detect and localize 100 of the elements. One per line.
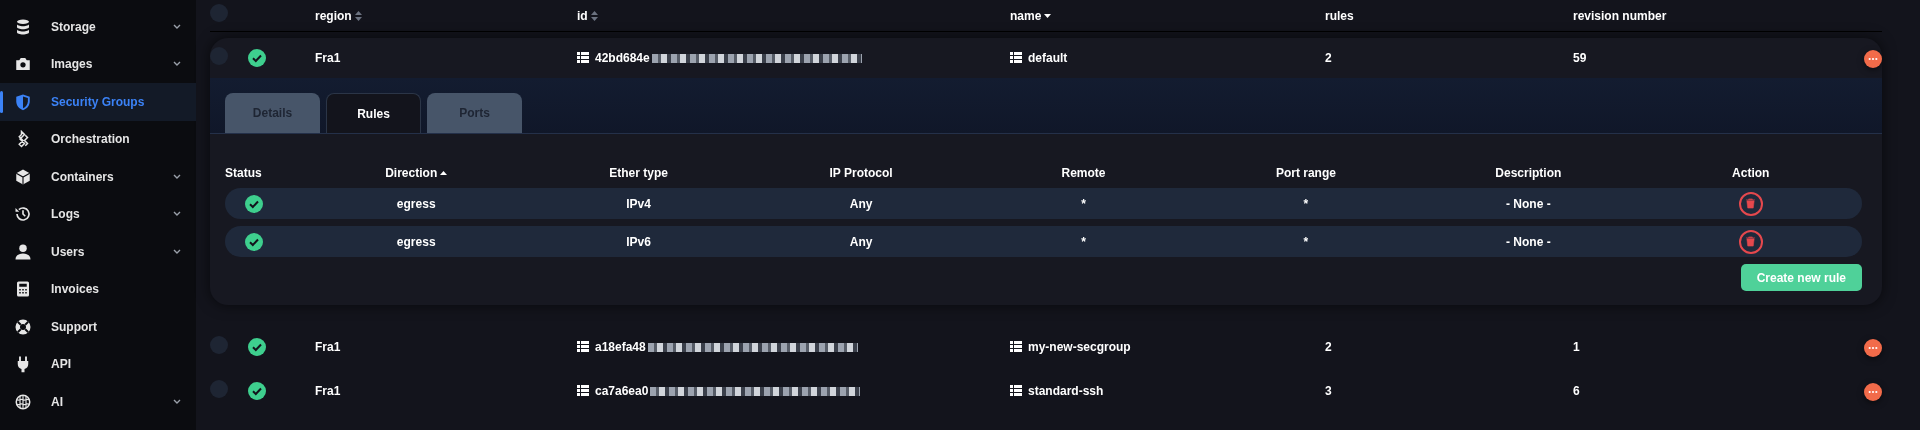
sort-icon: [590, 11, 598, 22]
sort-icon: [354, 11, 362, 22]
table-cell: egress: [396, 196, 436, 211]
table-cell: IPv6: [626, 234, 651, 249]
list-icon: [577, 341, 589, 352]
column-header: IP Protocol: [829, 166, 893, 180]
select-all-checkbox[interactable]: [210, 4, 228, 22]
more-button[interactable]: [1864, 339, 1882, 357]
cube-icon: [14, 167, 32, 186]
sidebar-label: API: [51, 356, 71, 374]
table-cell: *: [1081, 196, 1086, 211]
table-cell: Fra1: [315, 51, 341, 65]
lifebuoy-icon: [14, 317, 32, 336]
list-icon: [577, 385, 589, 396]
sidebar-label: Containers: [51, 168, 114, 186]
table-cell: standard-ssh: [1028, 384, 1104, 398]
check-icon: [248, 382, 266, 401]
sidebar-item[interactable]: Security Groups: [0, 83, 196, 121]
column-header: Action: [1732, 166, 1770, 180]
table-cell: *: [1081, 234, 1086, 249]
user-icon: [14, 242, 32, 261]
sidebar-label: Security Groups: [51, 93, 145, 111]
row-checkbox[interactable]: [210, 46, 228, 65]
row-checkbox[interactable]: [210, 335, 228, 354]
sidebar-label: Orchestration: [51, 131, 130, 149]
sidebar-item[interactable]: Users: [0, 233, 196, 271]
table-row[interactable]: Fra1 a18efa48 my-new-secgroup 2 1: [210, 325, 1882, 369]
sidebar-item[interactable]: Invoices: [0, 270, 196, 308]
sidebar-label: Invoices: [51, 281, 100, 299]
table-cell: 59: [1573, 51, 1587, 65]
tab[interactable]: Rules: [326, 93, 421, 133]
table-cell: *: [1303, 234, 1309, 249]
check-icon: [245, 194, 263, 213]
sidebar-item[interactable]: Containers: [0, 158, 196, 196]
trash-icon: [1745, 236, 1757, 247]
column-header: Ether type: [609, 166, 668, 180]
table-cell: egress: [396, 234, 436, 249]
sidebar-item[interactable]: Orchestration: [0, 120, 196, 158]
column-header: id: [577, 8, 588, 23]
check-icon: [248, 49, 266, 68]
table-cell: Fra1: [315, 384, 341, 398]
delete-button[interactable]: [1738, 229, 1763, 254]
table-cell: a18efa48: [595, 340, 646, 354]
sidebar-label: Users: [51, 243, 85, 261]
ellipsis-icon: [1868, 390, 1878, 394]
table-cell: default: [1028, 51, 1068, 65]
table-cell: IPv4: [626, 196, 651, 211]
sidebar-label: AI: [51, 393, 63, 411]
sidebar-label: Images: [51, 56, 93, 74]
table-cell: 2: [1325, 340, 1332, 354]
database-icon: [14, 17, 32, 36]
table-cell: Any: [849, 196, 873, 211]
more-button[interactable]: [1864, 383, 1882, 401]
table-cell: *: [1303, 196, 1309, 211]
brain-icon: [14, 392, 32, 411]
sidebar-item[interactable]: Images: [0, 45, 196, 83]
table-row[interactable]: Fra1 ca7a6ea0 standard-ssh 3 6: [210, 369, 1882, 413]
sidebar-item[interactable]: API: [0, 345, 196, 383]
delete-button[interactable]: [1738, 191, 1763, 216]
list-icon: [577, 52, 589, 63]
table-cell: Fra1: [315, 340, 341, 354]
ellipsis-icon: [1868, 57, 1878, 61]
column-header: rules: [1325, 8, 1354, 23]
column-header: Description: [1495, 166, 1562, 180]
shield-icon: [14, 92, 32, 111]
sidebar-item[interactable]: Support: [0, 308, 196, 346]
sidebar-item[interactable]: Storage: [0, 8, 196, 46]
ellipsis-icon: [1868, 346, 1878, 350]
sidebar-label: Logs: [51, 206, 80, 224]
table-cell: 42bd684e: [595, 51, 650, 65]
table-cell: ca7a6ea0: [595, 384, 649, 398]
calculator-icon: [14, 280, 32, 299]
row-checkbox[interactable]: [210, 379, 228, 398]
list-icon: [1010, 385, 1022, 396]
column-header: Direction: [385, 166, 438, 180]
column-header: region: [315, 8, 352, 23]
table-cell: - None -: [1506, 234, 1551, 249]
column-header: Port range: [1275, 166, 1336, 180]
trash-icon: [1745, 198, 1757, 209]
table-cell: Any: [849, 234, 873, 249]
list-icon: [1010, 52, 1022, 63]
table-cell: 2: [1325, 51, 1332, 65]
sidebar-label: Storage: [51, 18, 96, 36]
table-cell: - None -: [1506, 196, 1551, 211]
sidebar-label: Support: [51, 318, 97, 336]
check-icon: [248, 338, 266, 357]
table-cell: my-new-secgroup: [1028, 340, 1131, 354]
table-cell: 1: [1573, 340, 1580, 354]
sidebar-item[interactable]: Logs: [0, 195, 196, 233]
sidebar-item[interactable]: AI: [0, 383, 196, 421]
check-icon: [245, 232, 263, 251]
more-button[interactable]: [1864, 50, 1882, 68]
column-header: revision number: [1573, 8, 1667, 23]
table-cell: 3: [1325, 384, 1332, 398]
list-icon: [1010, 341, 1022, 352]
column-header: Status: [225, 166, 262, 180]
history-icon: [14, 205, 32, 224]
column-header: Remote: [1061, 166, 1106, 180]
table-cell: 6: [1573, 384, 1580, 398]
column-header: name: [1010, 8, 1042, 23]
